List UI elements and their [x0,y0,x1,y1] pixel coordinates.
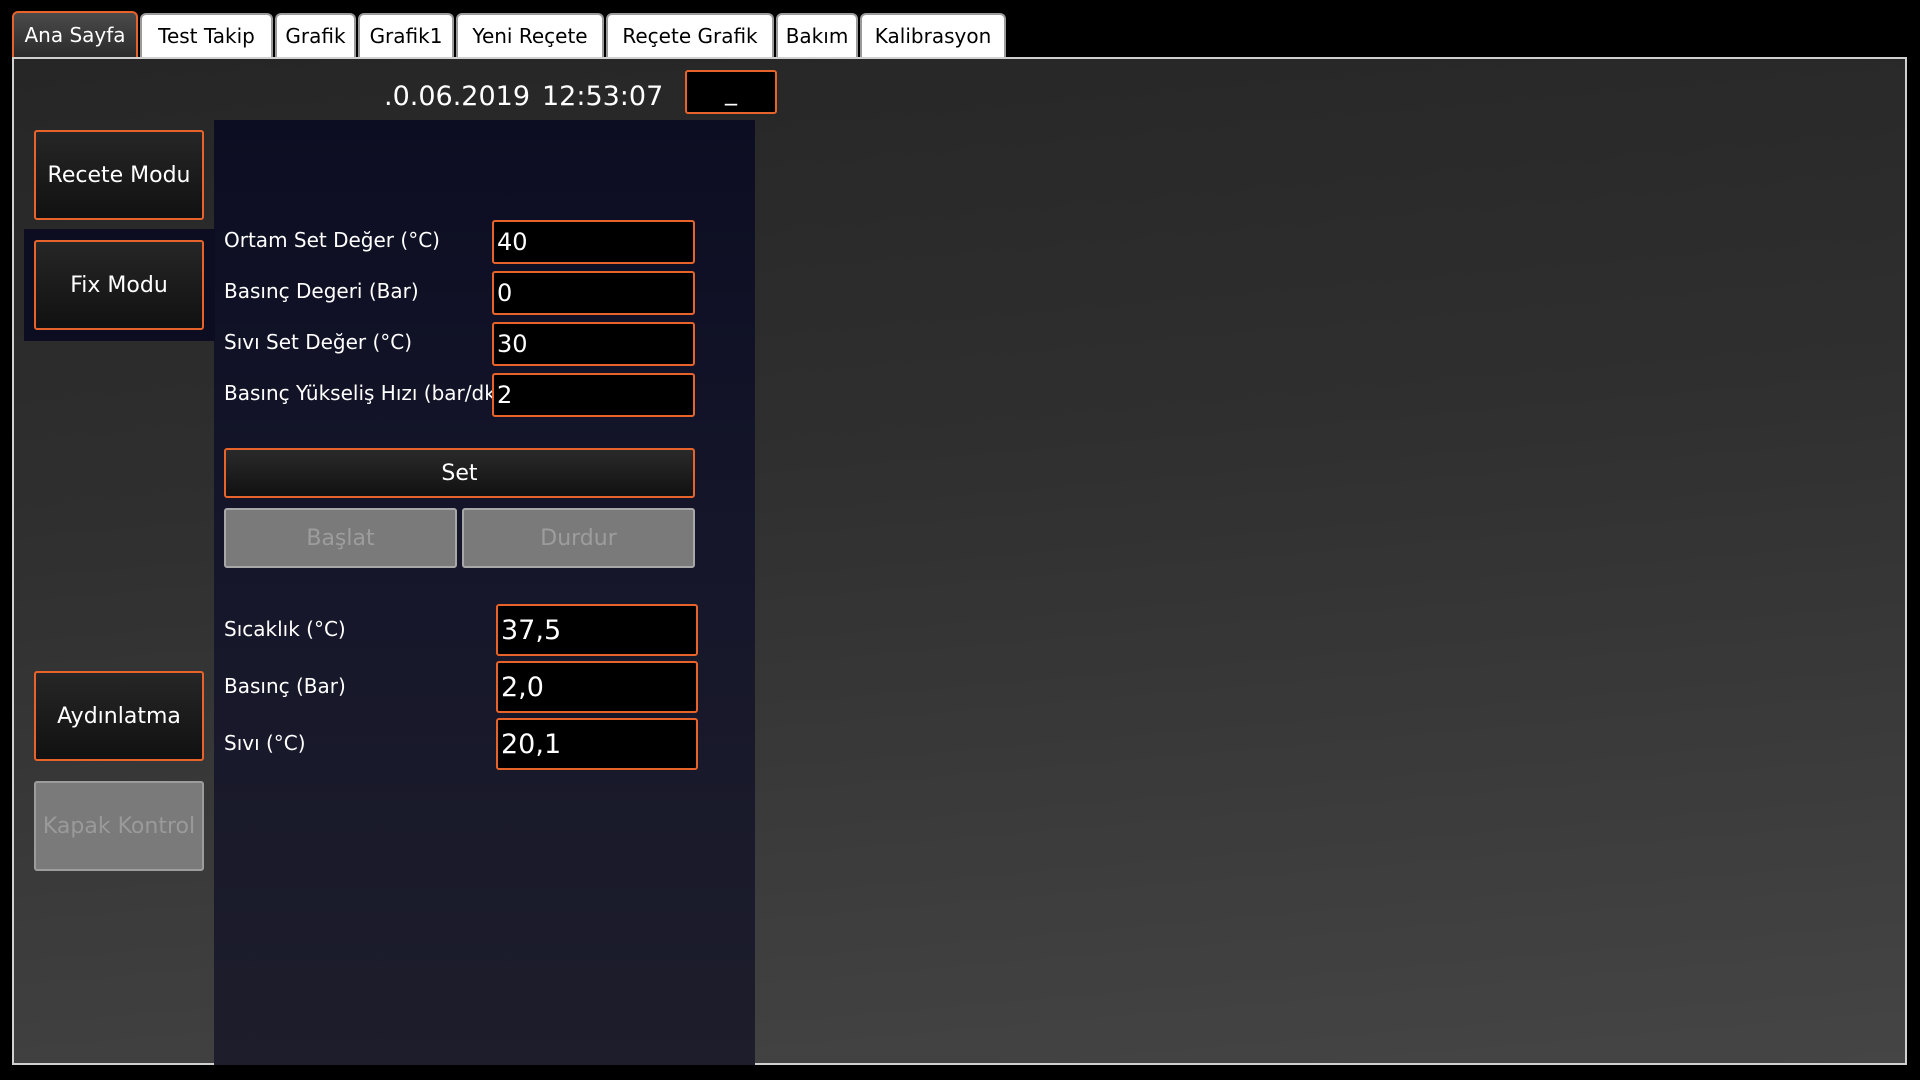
tab-grafik[interactable]: Grafik [275,13,356,57]
tab-bar: Ana Sayfa Test Takip Grafik Grafik1 Yeni… [12,11,1008,57]
sicaklik-value: 37,5 [496,604,698,656]
tab-kalibrasyon[interactable]: Kalibrasyon [860,13,1006,57]
basinc-yukselis-label: Basınç Yükseliş Hızı (bar/dk) [224,381,504,405]
tab-test-takip[interactable]: Test Takip [140,13,273,57]
basinc-yukselis-input[interactable]: 2 [492,373,695,417]
tab-bakim[interactable]: Bakım [776,13,858,57]
main-page: .0.06.2019 12:53:07 _ Recete Modu Fix Mo… [12,57,1907,1065]
aydinlatma-button[interactable]: Aydınlatma [34,671,204,761]
ortam-set-label: Ortam Set Değer (°C) [224,228,440,252]
tab-grafik1[interactable]: Grafik1 [358,13,454,57]
tab-recete-grafik[interactable]: Reçete Grafik [606,13,774,57]
kapak-kontrol-button[interactable]: Kapak Kontrol [34,781,204,871]
sivi-set-input[interactable]: 30 [492,322,695,366]
basinc-label: Basınç (Bar) [224,674,346,698]
tab-yeni-recete[interactable]: Yeni Reçete [456,13,604,57]
basinc-value: 2,0 [496,661,698,713]
sivi-set-label: Sıvı Set Değer (°C) [224,330,413,354]
sivi-label: Sıvı (°C) [224,731,306,755]
fix-modu-button[interactable]: Fix Modu [34,240,204,330]
durdur-button[interactable]: Durdur [462,508,695,568]
set-button[interactable]: Set [224,448,695,498]
minimize-button[interactable]: _ [685,70,777,114]
sicaklik-label: Sıcaklık (°C) [224,617,346,641]
recete-modu-button[interactable]: Recete Modu [34,130,204,220]
ortam-set-input[interactable]: 40 [492,220,695,264]
basinc-degeri-input[interactable]: 0 [492,271,695,315]
date-display: .0.06.2019 [384,81,530,112]
tab-ana-sayfa[interactable]: Ana Sayfa [12,11,138,57]
time-display: 12:53:07 [542,81,664,112]
basinc-degeri-label: Basınç Degeri (Bar) [224,279,419,303]
baslat-button[interactable]: Başlat [224,508,457,568]
sivi-value: 20,1 [496,718,698,770]
